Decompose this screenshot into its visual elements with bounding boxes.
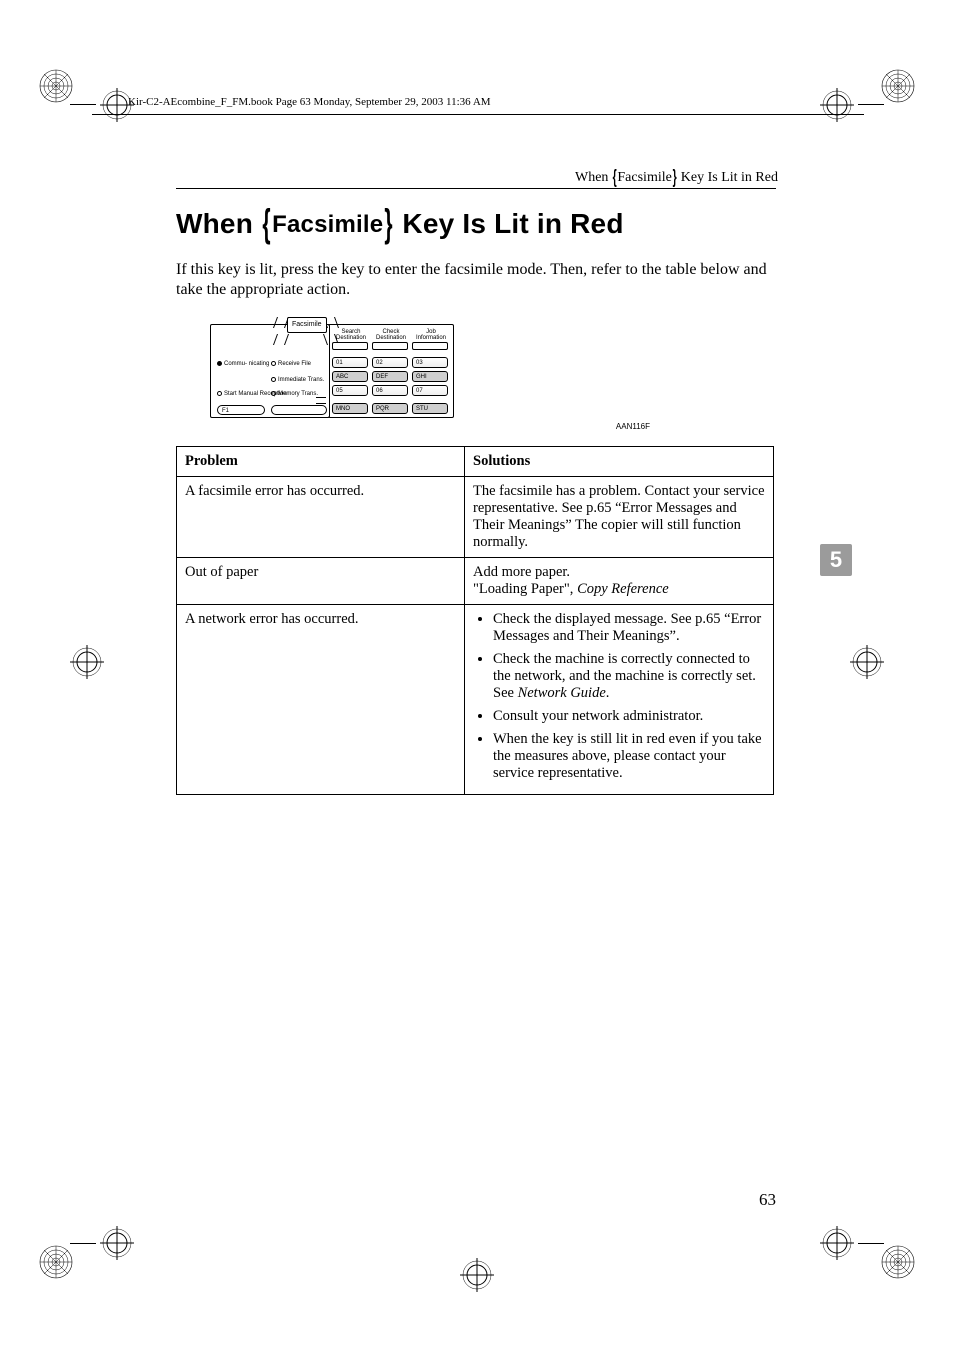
col-problem: Problem xyxy=(177,447,465,477)
figure-cut-icon xyxy=(316,403,326,404)
page-title: When {Facsimile} Key Is Lit in Red xyxy=(176,208,624,240)
crosshair-icon xyxy=(820,88,854,122)
key-02: 02 xyxy=(372,357,408,368)
title-post: Key Is Lit in Red xyxy=(394,208,623,239)
bracket-open-icon: { xyxy=(613,165,617,187)
running-head: When {Facsimile} Key Is Lit in Red xyxy=(575,168,778,186)
col-solutions: Solutions xyxy=(465,447,774,477)
crosshair-icon xyxy=(460,1258,494,1292)
crop-mark-icon xyxy=(70,1243,96,1244)
list-item: Check the displayed message. See p.65 “E… xyxy=(493,611,765,645)
f1-key: F1 xyxy=(217,405,265,415)
table-row: Out of paper Add more paper. "Loading Pa… xyxy=(177,558,774,605)
register-rosette-icon xyxy=(38,68,74,104)
running-head-word: Facsimile xyxy=(617,170,671,185)
key-mno: MNO xyxy=(332,403,368,414)
solution-list: Check the displayed message. See p.65 “E… xyxy=(473,611,765,782)
cell-problem: A network error has occurred. xyxy=(177,605,465,795)
list-item: Check the machine is correctly connected… xyxy=(493,651,765,702)
crosshair-icon xyxy=(70,645,104,679)
key-06: 06 xyxy=(372,385,408,396)
page: Kir-C2-AEcombine_F_FM.book Page 63 Monda… xyxy=(0,0,954,1348)
slot xyxy=(412,342,448,350)
list-item: When the key is still lit in red even if… xyxy=(493,731,765,782)
chapter-thumb-tab: 5 xyxy=(820,544,852,576)
led-memory: Memory Trans. xyxy=(271,391,318,397)
crosshair-icon xyxy=(820,1226,854,1260)
key-03: 03 xyxy=(412,357,448,368)
bracket-close-icon: } xyxy=(673,165,677,187)
table-row: A network error has occurred. Check the … xyxy=(177,605,774,795)
led-off-icon xyxy=(217,391,222,396)
crop-mark-icon xyxy=(858,104,884,105)
key-pqr: PQR xyxy=(372,403,408,414)
cell-solution: Check the displayed message. See p.65 “E… xyxy=(465,605,774,795)
running-head-post: Key Is Lit in Red xyxy=(681,170,778,185)
panel-left: Facsimile Commu- nicating Receive File I… xyxy=(210,324,330,418)
bracket-open-icon: { xyxy=(262,202,270,247)
led-off-icon xyxy=(271,361,276,366)
crosshair-icon xyxy=(100,1226,134,1260)
key-def: DEF xyxy=(372,371,408,382)
table-row: A facsimile error has occurred. The facs… xyxy=(177,477,774,558)
table-header-row: Problem Solutions xyxy=(177,447,774,477)
hdr-job: Job Information xyxy=(412,329,450,341)
register-rosette-icon xyxy=(880,1244,916,1280)
hdr-search: Search Destination xyxy=(332,329,370,341)
control-panel-figure: Facsimile Commu- nicating Receive File I… xyxy=(210,322,650,434)
figure-code: AAN116F xyxy=(616,422,650,431)
book-header: Kir-C2-AEcombine_F_FM.book Page 63 Monda… xyxy=(128,96,491,108)
intro-paragraph: If this key is lit, press the key to ent… xyxy=(176,260,776,300)
list-item: Consult your network administrator. xyxy=(493,708,765,725)
cell-solution: The facsimile has a problem. Contact you… xyxy=(465,477,774,558)
led-immediate: Immediate Trans. xyxy=(271,377,324,383)
f1-key-blank xyxy=(271,405,327,415)
cell-problem: A facsimile error has occurred. xyxy=(177,477,465,558)
key-stu: STU xyxy=(412,403,448,414)
hdr-check: Check Destination xyxy=(372,329,410,341)
register-rosette-icon xyxy=(880,68,916,104)
slot xyxy=(332,342,368,350)
led-on-icon xyxy=(217,361,222,366)
key-abc: ABC xyxy=(332,371,368,382)
bracket-close-icon: } xyxy=(385,202,393,247)
title-key: Facsimile xyxy=(272,211,383,238)
crosshair-icon xyxy=(850,645,884,679)
key-05: 05 xyxy=(332,385,368,396)
led-communicating: Commu- nicating xyxy=(217,361,269,367)
title-pre: When xyxy=(176,208,261,239)
solution-line: Add more paper. xyxy=(473,564,765,581)
led-off-icon xyxy=(271,377,276,382)
header-rule xyxy=(92,114,864,115)
running-head-rule xyxy=(176,188,776,189)
crop-mark-icon xyxy=(858,1243,884,1244)
key-01: 01 xyxy=(332,357,368,368)
led-receive-file: Receive File xyxy=(271,361,311,367)
panel-right: Search Destination Check Destination Job… xyxy=(328,324,454,418)
cell-problem: Out of paper xyxy=(177,558,465,605)
running-head-pre: When xyxy=(575,170,608,185)
key-ghi: GHI xyxy=(412,371,448,382)
solution-ref: "Loading Paper", Copy Reference xyxy=(473,581,765,598)
facsimile-tab: Facsimile xyxy=(287,317,327,333)
slot xyxy=(372,342,408,350)
led-off-icon xyxy=(271,391,276,396)
figure-cut-icon xyxy=(316,397,326,398)
troubleshooting-table: Problem Solutions A facsimile error has … xyxy=(176,446,774,795)
key-07: 07 xyxy=(412,385,448,396)
register-rosette-icon xyxy=(38,1244,74,1280)
crop-mark-icon xyxy=(70,104,96,105)
page-number: 63 xyxy=(759,1190,776,1210)
cell-solution: Add more paper. "Loading Paper", Copy Re… xyxy=(465,558,774,605)
